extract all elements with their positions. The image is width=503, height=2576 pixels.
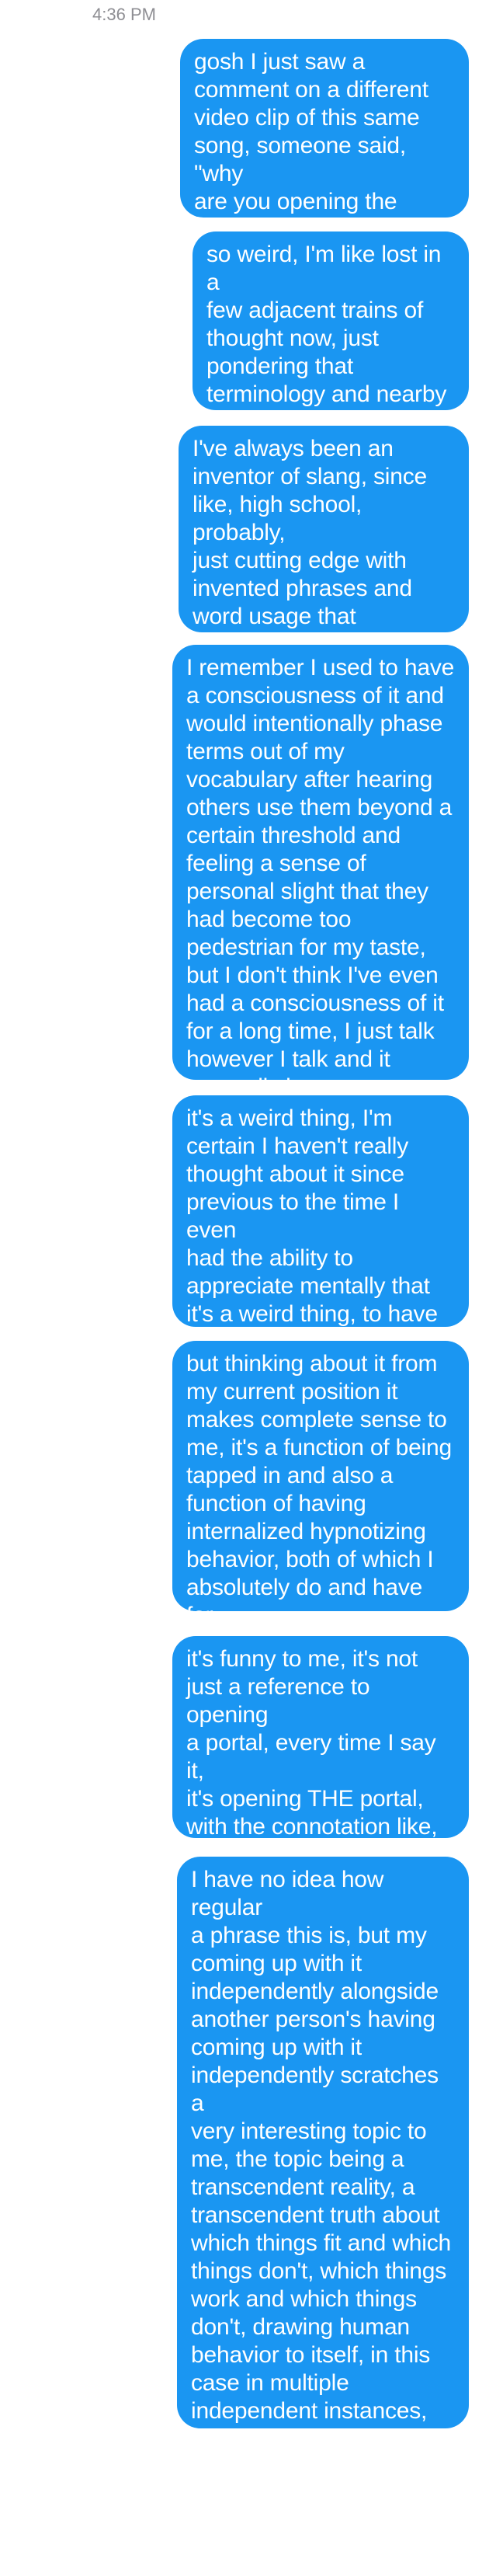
message-timestamp: 4:36 PM <box>92 5 156 24</box>
sent-message-bubble[interactable]: gosh I just saw a comment on a different… <box>180 39 469 218</box>
sent-message-bubble[interactable]: but thinking about it from my current po… <box>172 1341 469 1611</box>
sent-message-bubble[interactable]: I remember I used to have a consciousnes… <box>172 645 469 1080</box>
sent-message-bubble[interactable]: I have no idea how regular a phrase this… <box>177 1857 469 2428</box>
message-thread: 4:36 PM gosh I just saw a comment on a d… <box>0 0 503 2576</box>
sent-message-bubble[interactable]: I've always been an inventor of slang, s… <box>179 426 469 632</box>
sent-message-bubble[interactable]: it's a weird thing, I'm certain I haven'… <box>172 1095 469 1327</box>
sent-message-bubble[interactable]: it's funny to me, it's not just a refere… <box>172 1636 469 1838</box>
sent-message-bubble[interactable]: so weird, I'm like lost in a few adjacen… <box>193 231 469 410</box>
